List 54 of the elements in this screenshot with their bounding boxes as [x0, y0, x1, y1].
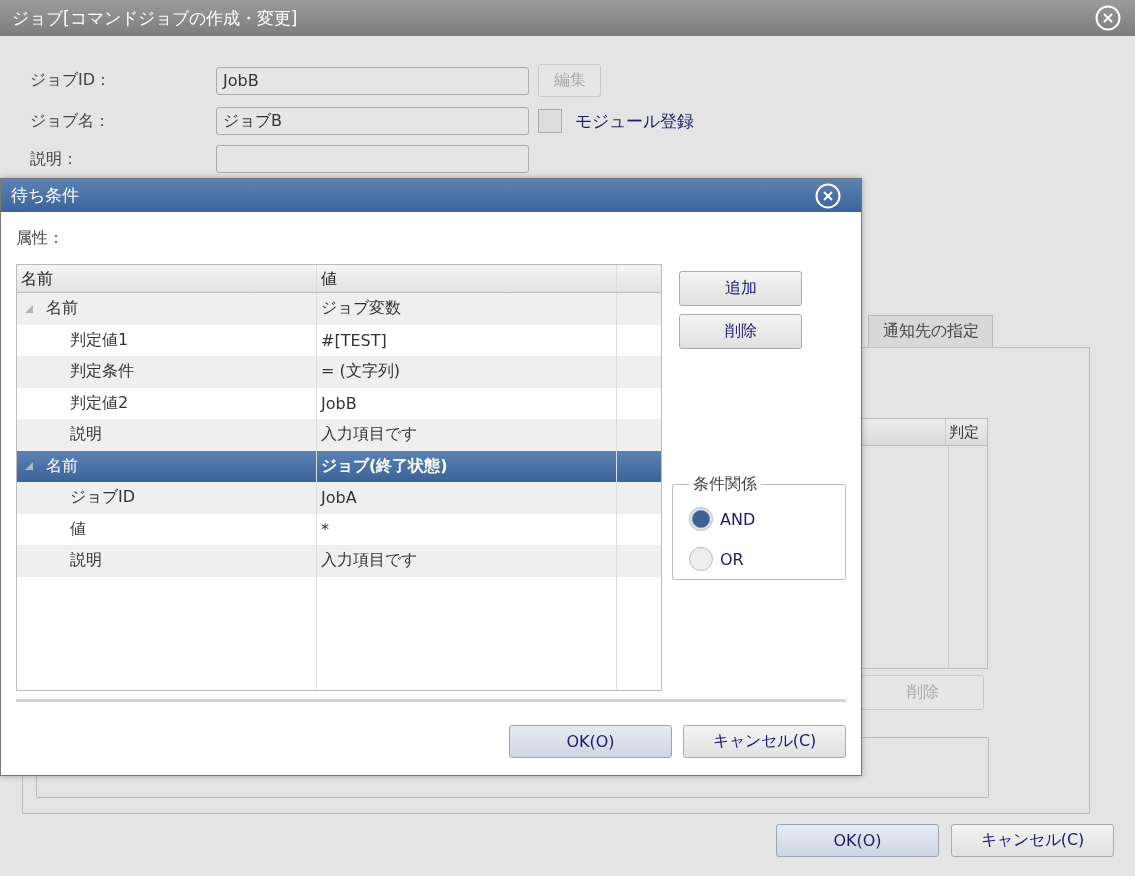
radio-button[interactable]	[689, 507, 713, 531]
property-value: JobB	[321, 393, 357, 413]
property-value: *	[321, 519, 329, 539]
attributes-label: 属性：	[16, 228, 65, 249]
group-name: 名前	[46, 455, 78, 477]
dialog-title: 待ち条件	[11, 184, 79, 207]
expand-triangle-icon[interactable]	[25, 304, 33, 313]
property-value: JobA	[321, 488, 357, 508]
job-name-field[interactable]: ジョブB	[216, 107, 529, 135]
property-row[interactable]: 説明 入力項目です	[17, 545, 661, 577]
property-value: #[TEST]	[321, 330, 387, 350]
module-checkbox[interactable]	[538, 109, 562, 133]
property-name: 判定条件	[70, 361, 134, 383]
radio-label: OR	[720, 549, 744, 569]
close-icon[interactable]	[815, 182, 841, 209]
expand-triangle-icon[interactable]	[25, 462, 33, 471]
property-row[interactable]: 判定条件 = (文字列)	[17, 356, 661, 388]
column-header: 名前	[17, 265, 317, 292]
property-row[interactable]: 説明 入力項目です	[17, 419, 661, 451]
group-value: ジョブ変数	[321, 298, 401, 320]
description-label: 説明：	[30, 148, 79, 170]
ok-button[interactable]: OK(O)	[776, 824, 939, 857]
property-name: 判定値2	[70, 392, 129, 414]
property-row[interactable]: ジョブID JobA	[17, 482, 661, 514]
radio-label: AND	[720, 509, 756, 529]
close-icon[interactable]	[1095, 5, 1121, 31]
property-value: 入力項目です	[321, 424, 417, 446]
job-name-label: ジョブ名：	[30, 110, 111, 132]
ok-button[interactable]: OK(O)	[509, 725, 672, 758]
group-row[interactable]: 名前 ジョブ(終了状態)	[17, 450, 661, 482]
module-label: モジュール登録	[575, 109, 694, 133]
description-field[interactable]	[216, 145, 529, 173]
property-name: 値	[70, 518, 86, 540]
column-header: 判定	[945, 419, 987, 445]
job-id-label: ジョブID：	[30, 70, 113, 91]
delete-button[interactable]: 削除	[679, 314, 802, 349]
property-name: 説明	[70, 550, 102, 572]
group-value: ジョブ(終了状態)	[321, 455, 448, 477]
property-name: 判定値1	[70, 329, 129, 351]
property-name: ジョブID	[70, 487, 136, 509]
tab[interactable]: 通知先の指定	[868, 315, 993, 347]
add-button[interactable]: 追加	[679, 271, 802, 306]
radio-button[interactable]	[689, 547, 713, 571]
cancel-button[interactable]: キャンセル(C)	[683, 725, 846, 758]
group-box-legend: 条件関係	[689, 474, 761, 495]
property-value: = (文字列)	[321, 361, 400, 383]
property-name: 説明	[70, 424, 102, 446]
group-row[interactable]: 名前 ジョブ変数	[17, 293, 661, 325]
cancel-button[interactable]: キャンセル(C)	[951, 824, 1114, 857]
property-value: 入力項目です	[321, 550, 417, 572]
window-title: ジョブ[コマンドジョブの作成・変更]	[12, 6, 298, 30]
column-header: 値	[317, 265, 617, 292]
group-name: 名前	[46, 298, 78, 320]
job-id-field[interactable]: JobB	[216, 66, 529, 95]
